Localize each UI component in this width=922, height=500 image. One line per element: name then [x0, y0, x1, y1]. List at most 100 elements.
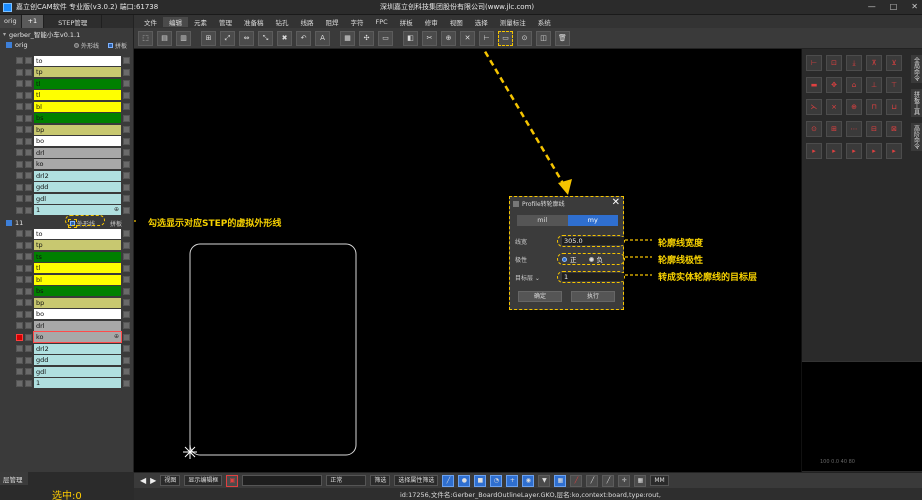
layer-select-toggle[interactable]	[123, 91, 130, 99]
layer-row[interactable]: ts	[0, 251, 134, 263]
circle-tool-icon[interactable]: ●	[458, 474, 471, 487]
layer-row[interactable]: tl	[0, 78, 134, 90]
layer-lock-toggle[interactable]	[25, 287, 32, 295]
layer-visible-toggle[interactable]	[16, 264, 23, 272]
layer-row[interactable]: gdd	[0, 182, 134, 194]
layer-name[interactable]: bs	[34, 113, 121, 124]
layer-select-toggle[interactable]	[123, 160, 130, 168]
scale-icon[interactable]: ⤡	[258, 30, 273, 46]
layer-visible-toggle[interactable]	[16, 333, 23, 341]
text-icon[interactable]: A	[315, 30, 330, 46]
layer-select-toggle[interactable]	[123, 253, 130, 261]
layer-name[interactable]: tl	[34, 78, 121, 89]
layer-name[interactable]: tp	[34, 240, 121, 251]
filter-button[interactable]: 筛选	[370, 475, 391, 486]
layer-row[interactable]: bo	[0, 136, 134, 148]
layer-select-toggle[interactable]	[123, 172, 130, 180]
command-button-icon[interactable]: ✥	[826, 77, 842, 93]
layer-name[interactable]: drl2	[34, 170, 121, 181]
layer-lock-toggle[interactable]	[25, 264, 32, 272]
pen-alt-icon[interactable]: ╱	[602, 474, 615, 487]
menu-item[interactable]: 字符	[345, 17, 370, 27]
menu-item[interactable]: FPC	[370, 18, 394, 26]
layer-row[interactable]: ko	[0, 159, 134, 171]
layer-name[interactable]: drl	[34, 320, 121, 331]
unit-my-button[interactable]: my	[567, 215, 618, 226]
command-button-icon[interactable]: ⊼	[866, 55, 882, 71]
layer-visible-toggle[interactable]	[16, 137, 23, 145]
layer-lock-toggle[interactable]	[25, 114, 32, 122]
layer-name[interactable]: bp	[34, 297, 121, 308]
pen-red-icon[interactable]: ╱	[570, 474, 583, 487]
layer-visible-toggle[interactable]	[16, 68, 23, 76]
gerber-job[interactable]: ▾ gerber_智能小车v0.1.1	[0, 28, 133, 40]
layer-row[interactable]: tp	[0, 67, 134, 79]
rotate-icon[interactable]: ⤢	[220, 30, 235, 46]
layer-visible-toggle[interactable]	[16, 253, 23, 261]
command-button-icon[interactable]: ⋯	[846, 121, 862, 137]
grid-toggle-icon[interactable]: ▦	[634, 474, 647, 487]
layer-lock-toggle[interactable]	[25, 276, 32, 284]
layer-row[interactable]: bs	[0, 113, 134, 125]
layer-lock-toggle[interactable]	[25, 310, 32, 318]
plus-tool-icon[interactable]: +	[506, 474, 519, 487]
layer-visible-toggle[interactable]	[16, 206, 23, 214]
layer-row[interactable]: to	[0, 55, 134, 67]
cut-icon[interactable]: ✂	[422, 30, 437, 46]
target-layer-dropdown[interactable]: 目标层 ⌄	[515, 273, 550, 282]
layer-select-toggle[interactable]	[123, 356, 130, 364]
layer-name[interactable]: ts	[34, 251, 121, 262]
layer-visible-toggle[interactable]	[16, 299, 23, 307]
layer-name[interactable]: bo	[34, 309, 121, 320]
layer-select-toggle[interactable]	[123, 379, 130, 387]
menu-item[interactable]: 准备稿	[238, 17, 270, 27]
layer-row[interactable]: drl2	[0, 343, 134, 355]
layer-name[interactable]: ko	[33, 331, 122, 344]
menu-item[interactable]: 选择	[469, 17, 494, 27]
layer-row[interactable]: bs	[0, 286, 134, 298]
undo-icon[interactable]: ↶	[296, 30, 311, 46]
join-icon[interactable]: ⊕	[441, 30, 456, 46]
menu-item[interactable]: 线路	[295, 17, 320, 27]
grid-view-icon[interactable]: ▦	[554, 474, 567, 487]
layer-row[interactable]: to	[0, 228, 134, 240]
layer-name[interactable]: bl	[34, 274, 121, 285]
layer-row[interactable]: 1	[0, 378, 134, 390]
panel-checkbox[interactable]: 拼板	[108, 41, 127, 50]
command-button-icon[interactable]: ⌂	[846, 77, 862, 93]
forward-arrow-icon[interactable]: ▶	[150, 476, 156, 485]
command-button-icon[interactable]: ▬	[806, 77, 822, 93]
layer-row[interactable]: bo	[0, 309, 134, 321]
layer-name[interactable]: gdd	[34, 182, 121, 193]
layer-row[interactable]: drl	[0, 147, 134, 159]
measure-icon[interactable]: ⊢	[479, 30, 494, 46]
tab-panel-tools[interactable]: 拼板工具	[910, 89, 922, 117]
menu-item[interactable]: 视图	[444, 17, 469, 27]
profile-icon[interactable]: ▭	[378, 30, 393, 46]
layer-select-toggle[interactable]	[123, 299, 130, 307]
layer-row[interactable]: tp	[0, 240, 134, 252]
menu-item[interactable]: 钻孔	[270, 17, 295, 27]
layer-lock-toggle[interactable]	[25, 195, 32, 203]
layer-select-toggle[interactable]	[123, 149, 130, 157]
layer-name[interactable]: gdl	[34, 193, 121, 204]
outline-radio[interactable]: 外形线	[74, 41, 99, 50]
layer-row[interactable]: bp	[0, 124, 134, 136]
command-button-icon[interactable]: ⊔	[886, 99, 902, 115]
layer-visible-toggle[interactable]	[16, 276, 23, 284]
layer-name[interactable]: tp	[34, 67, 121, 78]
layer-lock-toggle[interactable]	[25, 379, 32, 387]
layer-select-toggle[interactable]	[123, 68, 130, 76]
layer-visible-toggle[interactable]	[16, 114, 23, 122]
view-mode-select[interactable]: 视图	[160, 475, 181, 486]
layer-name[interactable]: drl2	[34, 343, 121, 354]
mirror-icon[interactable]: ⇔	[239, 30, 254, 46]
layer-visible-toggle[interactable]	[16, 356, 23, 364]
layer-select-toggle[interactable]	[123, 287, 130, 295]
layer-name[interactable]: to	[34, 55, 121, 66]
layer-visible-toggle[interactable]	[16, 345, 23, 353]
layer-lock-toggle[interactable]	[25, 206, 32, 214]
layer-visible-toggle[interactable]	[16, 80, 23, 88]
layer-row[interactable]: tl	[0, 263, 134, 275]
fold-icon[interactable]: ▾	[3, 31, 6, 38]
